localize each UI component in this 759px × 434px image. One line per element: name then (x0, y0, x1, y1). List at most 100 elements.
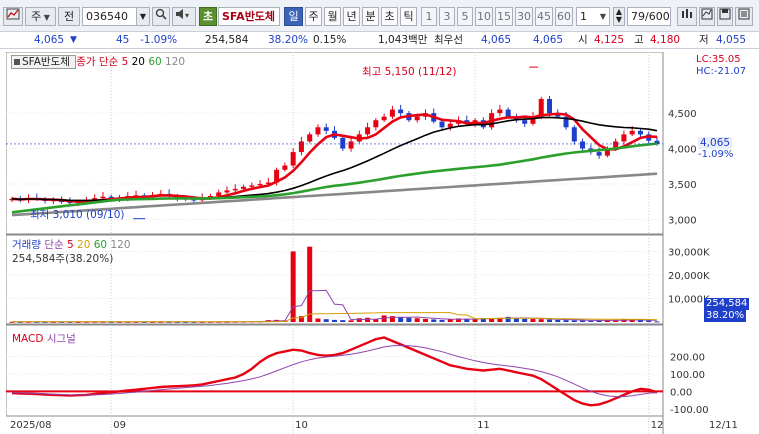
stock-name-tag: SFA반도체 (11, 55, 77, 69)
volume-bar (414, 318, 420, 322)
compare-icon[interactable] (699, 7, 715, 26)
x-axis-label: 12 (651, 420, 664, 431)
macd-label: MACD (12, 333, 44, 345)
candle-body (298, 141, 304, 153)
stock-code-dropdown-icon[interactable]: ▼ (136, 7, 150, 26)
chart-area[interactable]: 2025/08 09 10 11 12 12/11 4,500 4,000 3,500 3,000… (6, 52, 757, 434)
candle-body (323, 127, 329, 131)
low-price: 4,055 (716, 34, 747, 46)
volume-bar (563, 320, 569, 322)
minute-option-5[interactable]: 5 (457, 7, 473, 26)
candle-body (381, 116, 387, 121)
minute-option-15[interactable]: 15 (495, 7, 513, 26)
down-arrow-icon: ▼ (70, 35, 77, 45)
mode-button[interactable]: 전 (58, 7, 80, 26)
volume-bar (323, 319, 329, 322)
chart-toolbar: 주 ▼ 전 036540 ▼ ▾ 초 SFA반도체 일 주 월 년 분 초 틱 … (0, 0, 759, 32)
market-select[interactable]: 주 ▼ (25, 7, 56, 26)
sound-icon[interactable]: ▾ (172, 7, 196, 26)
candle-body (522, 120, 528, 124)
volume-title: 거래량 (12, 239, 41, 251)
current-change-tag: -1.09% (698, 149, 734, 160)
turnover-ratio: 0.15% (313, 34, 347, 46)
period-minute-tab[interactable]: 분 (362, 7, 379, 26)
period-week-tab[interactable]: 주 (305, 7, 322, 26)
stock-name-field[interactable]: SFA반도체 (218, 7, 280, 26)
volume-bar (547, 319, 552, 322)
period-tick-tab[interactable]: 틱 (400, 7, 417, 26)
candle-body (389, 109, 395, 117)
volume-bar (422, 318, 428, 322)
candle-body (505, 109, 511, 117)
candle-body (637, 130, 643, 135)
period-month-tab[interactable]: 월 (324, 7, 341, 26)
x-axis-label: 11 (477, 420, 490, 431)
signal-label: 시그널 (46, 333, 76, 345)
current-price-tag: 4,065 (698, 137, 733, 149)
settings-icon[interactable] (735, 7, 753, 26)
macd-legend: MACD 시그널 (12, 331, 76, 346)
quote-mode-label: 최우선 (434, 34, 463, 46)
high-marker: 최고 5,150 (11/12) (362, 66, 457, 78)
reset-button[interactable]: 초 (199, 7, 217, 26)
x-axis-label: 2025/08 (10, 420, 52, 431)
price-y-tick: 3,000 (668, 215, 697, 226)
ma-60-label: 60 (148, 56, 162, 68)
candle-body (216, 192, 222, 196)
price-change-pct: -1.09% (140, 34, 178, 46)
minute-option-45[interactable]: 45 (535, 7, 553, 26)
minute-option-60[interactable]: 60 (555, 7, 573, 26)
price-legend: SFA반도체 종가 단순 5 20 60 120 (11, 54, 185, 69)
volume-value: 254,584 (205, 34, 249, 46)
minute-option-30[interactable]: 30 (515, 7, 533, 26)
candle-body (373, 120, 379, 128)
volume-bar (580, 320, 586, 322)
open-label: 시 (578, 34, 588, 46)
candle-body (414, 116, 420, 121)
candle-body (232, 188, 238, 191)
minute-option-1[interactable]: 1 (421, 7, 437, 26)
price-y-tick: 4,500 (668, 109, 697, 120)
volume-bar (398, 317, 404, 322)
candle-body (290, 152, 296, 166)
price-y-tick: 3,500 (668, 180, 697, 191)
volume-bar (513, 318, 519, 322)
volume-bar (290, 251, 296, 322)
volume-bar (315, 318, 321, 322)
interval-stepper[interactable]: ▲ ▼ (613, 7, 625, 26)
current-volume-tag: 254,584 (704, 298, 750, 310)
open-price: 4,125 (594, 34, 625, 46)
volume-bar (356, 318, 362, 322)
save-icon[interactable] (717, 7, 733, 26)
low-label: 저 (699, 34, 709, 46)
period-year-tab[interactable]: 년 (343, 7, 360, 26)
indicator-icon[interactable] (677, 7, 697, 26)
price-ma-title: 종가 단순 (76, 56, 119, 68)
macd-y-tick: -100.00 (670, 405, 709, 416)
search-icon[interactable] (152, 7, 170, 26)
interval-select[interactable]: 1 ▼ (576, 7, 610, 26)
data-count-field[interactable]: 79/600 (627, 7, 671, 26)
ask-price: 4,065 (481, 34, 512, 46)
vol-ma-120-label: 120 (110, 239, 131, 251)
candle-body (307, 134, 313, 142)
minute-option-3[interactable]: 3 (439, 7, 455, 26)
candle-body (249, 185, 255, 187)
layout-icon[interactable] (3, 7, 23, 26)
volume-ma-type: 단순 (44, 239, 64, 251)
macd-panel (6, 324, 664, 417)
candle-body (348, 141, 354, 149)
x-axis-label-last: 12/11 (709, 420, 738, 431)
candle-body (257, 183, 263, 186)
high-price: 4,180 (650, 34, 681, 46)
vol-ma-5-label: 5 (67, 239, 74, 251)
period-second-tab[interactable]: 초 (381, 7, 398, 26)
volume-y-tick: 20,000K (668, 271, 710, 282)
minute-option-10[interactable]: 10 (475, 7, 493, 26)
period-day-tab[interactable]: 일 (284, 7, 303, 26)
candle-body (547, 98, 552, 114)
macd-y-tick: 0.00 (670, 387, 692, 398)
volume-bar (588, 320, 594, 322)
volume-bar (654, 321, 660, 323)
vol-ma-20-label: 20 (77, 239, 91, 251)
